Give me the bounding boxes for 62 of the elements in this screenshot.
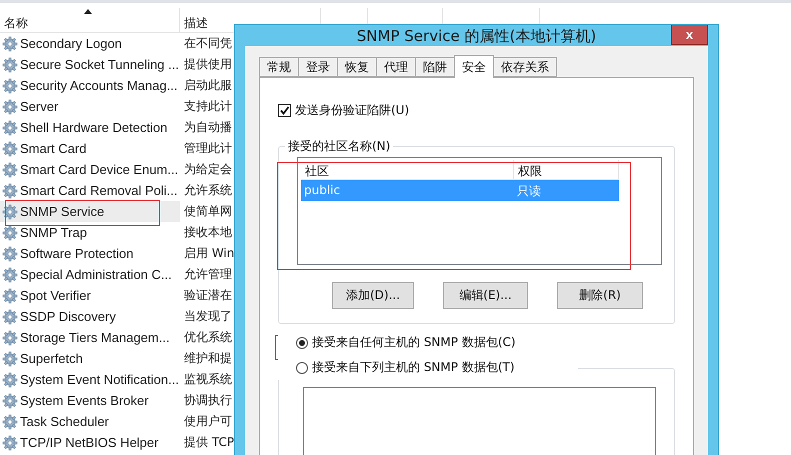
- service-row[interactable]: SNMP Service: [0, 201, 180, 222]
- service-description: 启用 Win: [183, 245, 234, 262]
- service-description: 使用户可: [183, 413, 232, 430]
- radio-button[interactable]: [296, 336, 308, 348]
- service-description: 支持此计: [183, 98, 232, 115]
- service-description: 当发现了: [183, 308, 232, 325]
- service-row[interactable]: SNMP Trap: [0, 222, 180, 243]
- tab[interactable]: 安全: [454, 55, 494, 78]
- service-description: 为给定会: [183, 161, 232, 178]
- tab[interactable]: 常规: [259, 57, 299, 77]
- service-description: 允许系统: [183, 182, 232, 199]
- action-button[interactable]: 编辑(E)...: [443, 282, 528, 309]
- dialog-title: SNMP Service 的属性(本地计算机): [356, 27, 596, 46]
- service-row[interactable]: Server: [0, 96, 180, 117]
- service-row[interactable]: Smart Card Removal Poli...: [0, 180, 180, 201]
- service-description: 提供 TCP: [183, 434, 234, 451]
- tab[interactable]: 依存关系: [493, 57, 557, 77]
- service-description: 在不同凭: [183, 35, 232, 52]
- service-row[interactable]: System Event Notification...: [0, 369, 180, 390]
- service-row[interactable]: TCP/IP NetBIOS Helper: [0, 432, 180, 453]
- tab[interactable]: 恢复: [337, 57, 377, 77]
- service-description: 管理此计: [183, 140, 232, 157]
- service-row[interactable]: SSDP Discovery: [0, 306, 180, 327]
- action-button[interactable]: 删除(R): [557, 282, 643, 309]
- service-description: 监视系统: [183, 371, 232, 388]
- service-description: 接收本地: [183, 224, 232, 241]
- service-row[interactable]: Special Administration C...: [0, 264, 180, 285]
- tab[interactable]: 陷阱: [415, 57, 455, 77]
- service-row[interactable]: Secondary Logon: [0, 33, 180, 54]
- service-description: 维护和提: [183, 350, 232, 367]
- action-button[interactable]: 添加(D)...: [332, 282, 414, 309]
- service-description: 协调执行: [183, 392, 232, 409]
- service-row[interactable]: Shell Hardware Detection: [0, 117, 180, 138]
- tab[interactable]: 代理: [376, 57, 416, 77]
- checkbox[interactable]: [278, 104, 291, 117]
- service-row[interactable]: Storage Tiers Managem...: [0, 327, 180, 348]
- group-title: 接受的社区名称(N): [285, 138, 394, 155]
- service-description: 优化系统: [183, 329, 232, 346]
- service-description: 启动此服: [183, 77, 232, 94]
- service-row[interactable]: System Events Broker: [0, 390, 180, 411]
- tab[interactable]: 登录: [298, 57, 338, 77]
- service-row[interactable]: Smart Card: [0, 138, 180, 159]
- service-description: 验证潜在: [183, 287, 232, 304]
- service-row[interactable]: Smart Card Device Enum...: [0, 159, 180, 180]
- close-button[interactable]: x: [671, 25, 708, 45]
- sort-arrow-icon: [84, 9, 92, 14]
- service-description: 提供使用: [183, 56, 232, 73]
- radio-label: 接受来自任何主机的 SNMP 数据包(C): [312, 334, 516, 351]
- radio-button[interactable]: [296, 362, 308, 374]
- service-row[interactable]: Superfetch: [0, 348, 180, 369]
- service-row[interactable]: Secure Socket Tunneling ...: [0, 54, 180, 75]
- service-row[interactable]: Task Scheduler: [0, 411, 180, 432]
- service-description: 使简单网: [183, 203, 232, 220]
- service-row[interactable]: Security Accounts Manag...: [0, 75, 180, 96]
- service-description: 允许管理: [183, 266, 232, 283]
- service-description: 为自动播: [183, 119, 232, 136]
- service-row[interactable]: Software Protection: [0, 243, 180, 264]
- checkbox-label: 发送身份验证陷阱(U): [295, 102, 410, 119]
- radio-label: 接受来自下列主机的 SNMP 数据包(T): [312, 359, 515, 376]
- column-header[interactable]: 名称: [0, 8, 180, 32]
- gear-icon: [2, 204, 18, 220]
- service-row[interactable]: Spot Verifier: [0, 285, 180, 306]
